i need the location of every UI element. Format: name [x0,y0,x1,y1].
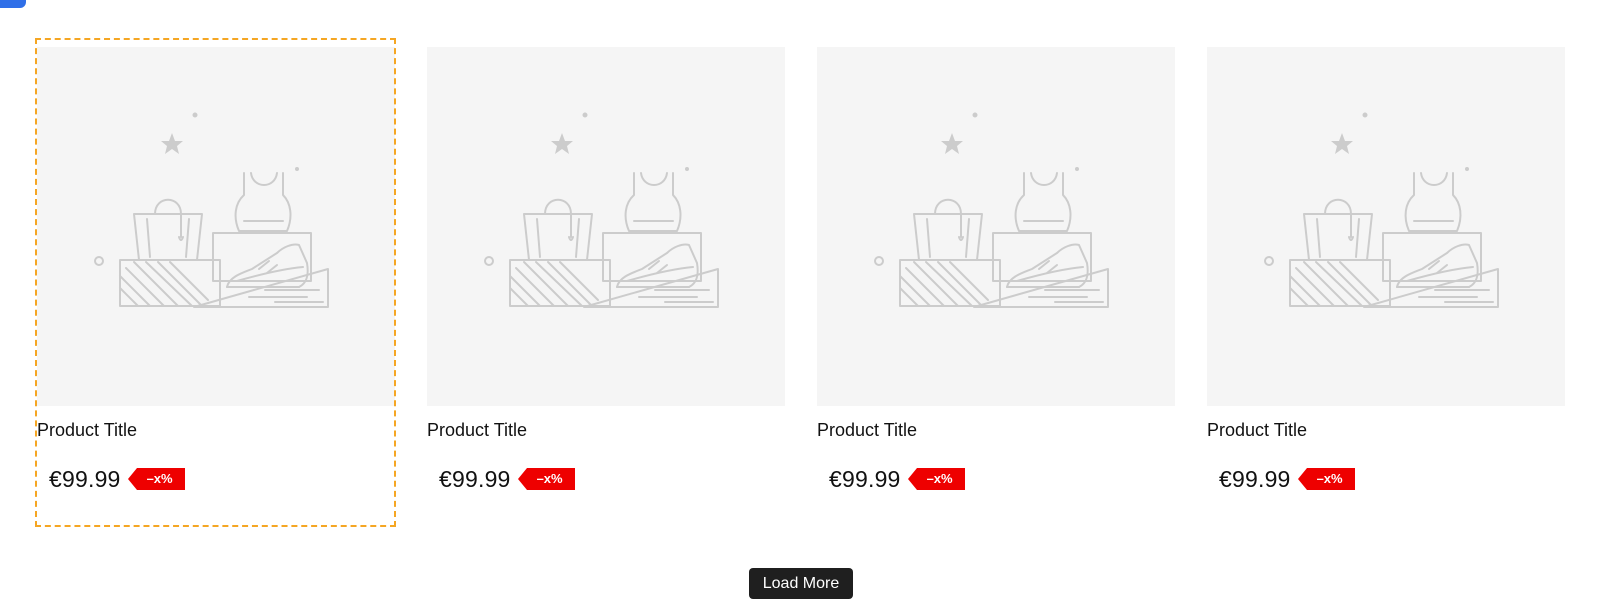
product-price: €99.99 [49,466,121,492]
product-price: €99.99 [1219,466,1291,492]
product-image[interactable] [427,47,785,406]
discount-badge: –x% [127,468,185,490]
product-placeholder-icon [1264,112,1499,308]
discount-badge: –x% [907,468,965,490]
product-title[interactable]: Product Title [817,420,1175,440]
product-image[interactable] [1207,47,1565,406]
product-price: €99.99 [439,466,511,492]
load-more-button[interactable]: Load More [749,568,853,599]
product-card[interactable]: Product Title €99.99 –x% [1207,47,1565,492]
price-row: €99.99 –x% [439,466,785,492]
product-image[interactable] [37,47,395,406]
price-row: €99.99 –x% [829,466,1175,492]
product-price: €99.99 [829,466,901,492]
product-image[interactable] [817,47,1175,406]
discount-badge: –x% [517,468,575,490]
product-card[interactable]: Product Title €99.99 –x% [427,47,785,492]
product-listing-page: Product Title €99.99 –x% Product Title €… [0,0,1600,616]
product-title[interactable]: Product Title [427,420,785,440]
discount-badge: –x% [1297,468,1355,490]
product-card[interactable]: Product Title €99.99 –x% [35,38,396,527]
product-placeholder-icon [94,112,329,308]
product-placeholder-icon [874,112,1109,308]
product-title[interactable]: Product Title [1207,420,1565,440]
corner-tab[interactable] [0,0,26,8]
product-placeholder-icon [484,112,719,308]
product-title[interactable]: Product Title [37,420,395,440]
product-card[interactable]: Product Title €99.99 –x% [817,47,1175,492]
price-row: €99.99 –x% [49,466,395,492]
price-row: €99.99 –x% [1219,466,1565,492]
